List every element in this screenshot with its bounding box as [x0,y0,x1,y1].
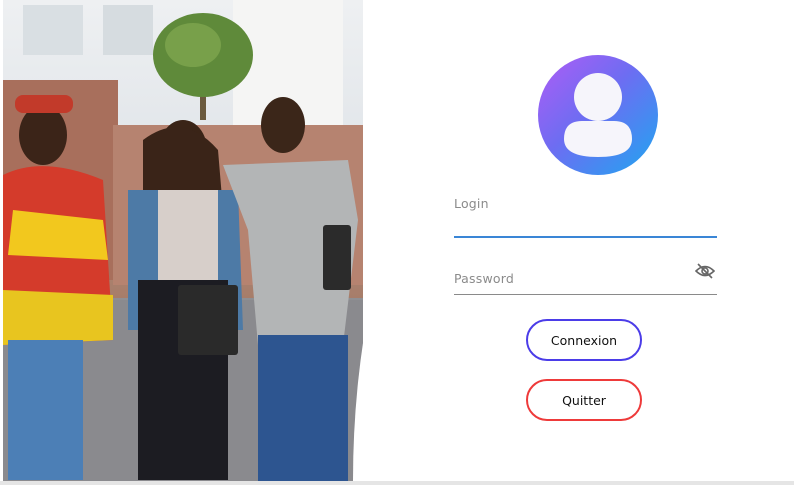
user-avatar [538,55,658,175]
password-underline [454,294,717,295]
connexion-button-label: Connexion [550,332,618,348]
eye-off-icon[interactable] [694,262,716,280]
password-label: Password [454,271,514,286]
quitter-button-label: Quitter [562,392,606,408]
login-window: Login Password Connexion Quitter [0,0,794,485]
students-photo [3,0,363,481]
quitter-button[interactable]: Quitter [526,379,642,421]
login-underline [454,236,717,238]
connexion-button[interactable]: Connexion [526,319,642,361]
bottom-strip [0,481,794,485]
user-icon [564,73,632,157]
login-label: Login [454,196,489,211]
students-illustration [3,0,363,481]
